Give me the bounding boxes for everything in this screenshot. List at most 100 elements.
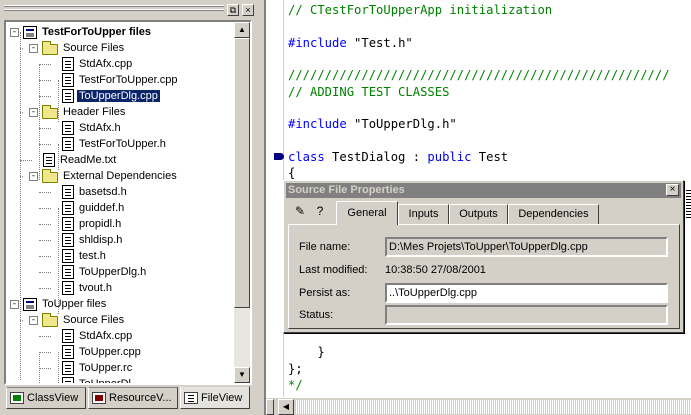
folder-icon <box>42 312 58 327</box>
last-modified-value: 10:38:50 27/08/2001 <box>385 264 486 276</box>
editor-horizontal-scrollbar[interactable]: ◀ <box>266 397 691 415</box>
code-token: #include <box>288 117 355 132</box>
tree-vertical-scrollbar[interactable]: ▲ ▼ <box>234 22 250 383</box>
tab-fileview[interactable]: FileView <box>180 386 250 409</box>
tree-connector <box>20 48 23 49</box>
tree-file-item[interactable]: ToUpperDlg.h <box>62 264 148 280</box>
tree-file-item[interactable]: TestForToUpper.h <box>62 136 168 152</box>
tree-file-item[interactable]: ReadMe.txt <box>43 152 118 168</box>
tree-item-label: External Dependencies <box>63 170 177 182</box>
tree-file-item[interactable]: ToUpper.rc <box>62 360 134 376</box>
tree-connector <box>39 272 51 273</box>
tree-connector <box>39 208 51 209</box>
tab-label: ResourceV... <box>109 392 172 404</box>
tree-connector <box>20 112 23 113</box>
folder-icon <box>42 168 58 183</box>
collapse-toggle-icon[interactable]: - <box>29 171 38 181</box>
tree-file-item[interactable]: shldisp.h <box>62 232 124 248</box>
code-line: ////////////////////////////////////////… <box>288 67 670 83</box>
tab-classview[interactable]: ClassView <box>6 387 86 409</box>
tree-connector <box>20 160 32 161</box>
tree-item-label: Header Files <box>63 106 126 118</box>
tree-item-label: TestForToUpper files <box>42 26 151 38</box>
code-token: Test <box>471 149 509 164</box>
tree-file-item[interactable]: tvout.h <box>62 280 114 296</box>
file-view-icon <box>184 391 198 404</box>
tree-file-item[interactable]: StdAfx.cpp <box>62 56 134 72</box>
tree-file-item[interactable]: guiddef.h <box>62 200 126 216</box>
code-token: ////////////////////////////////////////… <box>288 68 670 83</box>
tree-folder-item[interactable]: - External Dependencies <box>29 168 179 184</box>
tree-file-item[interactable]: StdAfx.h <box>62 120 123 136</box>
collapse-toggle-icon[interactable]: - <box>10 27 19 37</box>
tab-dependencies[interactable]: Dependencies <box>508 204 599 224</box>
status-field <box>385 305 668 325</box>
tree-folder-item[interactable]: - Source Files <box>29 312 126 328</box>
scroll-left-button[interactable]: ◀ <box>278 399 294 415</box>
close-pane-button[interactable]: × <box>242 4 254 16</box>
tree-file-item[interactable]: ToUpperDl <box>62 376 133 383</box>
tree-project-item[interactable]: - TestForToUpper files <box>10 24 153 40</box>
file-icon <box>62 217 74 231</box>
tab-label: FileView <box>201 391 243 404</box>
code-line: #include "ToUpperDlg.h" <box>288 116 457 132</box>
file-icon <box>62 73 74 87</box>
tree-connector <box>39 144 51 145</box>
dock-grip[interactable] <box>4 5 224 7</box>
scroll-thumb[interactable] <box>234 38 250 308</box>
tree-item-label: Source Files <box>63 42 125 54</box>
tree-item-label: ToUpper files <box>42 298 107 310</box>
code-token: // ADDING TEST CLASSES <box>288 84 450 99</box>
splitter-grip[interactable] <box>266 399 274 415</box>
file-icon <box>62 89 74 103</box>
tree-file-item[interactable]: StdAfx.cpp <box>62 328 134 344</box>
float-button[interactable]: ⧉ <box>227 4 239 16</box>
code-line: */ <box>288 377 303 393</box>
tree-file-item[interactable]: ToUpperDlg.cpp <box>62 88 161 104</box>
tree-file-item[interactable]: ToUpper.cpp <box>62 344 143 360</box>
collapse-toggle-icon[interactable]: - <box>29 315 38 325</box>
tree-file-item[interactable]: test.h <box>62 248 108 264</box>
tab-inputs[interactable]: Inputs <box>398 204 449 224</box>
code-line: } <box>288 344 324 360</box>
file-icon <box>43 153 55 167</box>
workspace-tabs: ClassView ResourceV... FileView <box>4 386 254 411</box>
code-token: }; <box>288 361 303 376</box>
tree-file-item[interactable]: TestForToUpper.cpp <box>62 72 179 88</box>
scroll-down-button[interactable]: ▼ <box>234 367 250 383</box>
pushpin-icon[interactable]: ✎ <box>294 204 306 218</box>
tree-item-label: ToUpperDlg.h <box>79 266 147 278</box>
code-line: }; <box>288 361 303 377</box>
tree-item-label: TestForToUpper.h <box>79 138 166 150</box>
file-tree[interactable]: - TestForToUpper files - Source Files StdAfx… <box>4 20 252 385</box>
help-icon[interactable]: ? <box>314 204 326 218</box>
file-icon <box>62 57 74 71</box>
file-icon <box>62 249 74 263</box>
source-file-properties-dialog: Source File Properties × ✎ ? General Inp… <box>283 180 684 333</box>
code-line: { <box>288 165 295 181</box>
bookmark-arrow-icon <box>274 152 284 160</box>
tree-item-label: guiddef.h <box>79 202 125 214</box>
tree-folder-item[interactable]: - Header Files <box>29 104 127 120</box>
tab-resourceview[interactable]: ResourceV... <box>88 387 178 409</box>
tree-item-label: ToUpperDlg.cpp <box>76 89 161 103</box>
tree-project-item[interactable]: - ToUpper files <box>10 296 108 312</box>
dock-grip[interactable] <box>4 9 224 11</box>
tree-folder-item[interactable]: - Source Files <box>29 40 126 56</box>
tree-file-item[interactable]: basetsd.h <box>62 184 129 200</box>
dialog-close-button[interactable]: × <box>666 184 679 196</box>
collapse-toggle-icon[interactable]: - <box>29 107 38 117</box>
persist-as-input[interactable]: ..\ToUpperDlg.cpp <box>385 283 668 303</box>
last-modified-label: Last modified: <box>299 264 368 276</box>
editor-margin[interactable] <box>266 0 284 397</box>
scroll-up-button[interactable]: ▲ <box>234 22 250 38</box>
scroll-track[interactable] <box>296 400 691 414</box>
dialog-title-bar[interactable]: Source File Properties × <box>286 183 681 198</box>
code-token: "Test.h" <box>354 35 413 50</box>
collapse-toggle-icon[interactable]: - <box>29 43 38 53</box>
tree-file-item[interactable]: propidl.h <box>62 216 123 232</box>
collapse-toggle-icon[interactable]: - <box>10 299 19 309</box>
tab-general[interactable]: General <box>336 201 398 225</box>
code-token: "ToUpperDlg.h" <box>354 117 457 132</box>
tab-outputs[interactable]: Outputs <box>449 204 508 224</box>
